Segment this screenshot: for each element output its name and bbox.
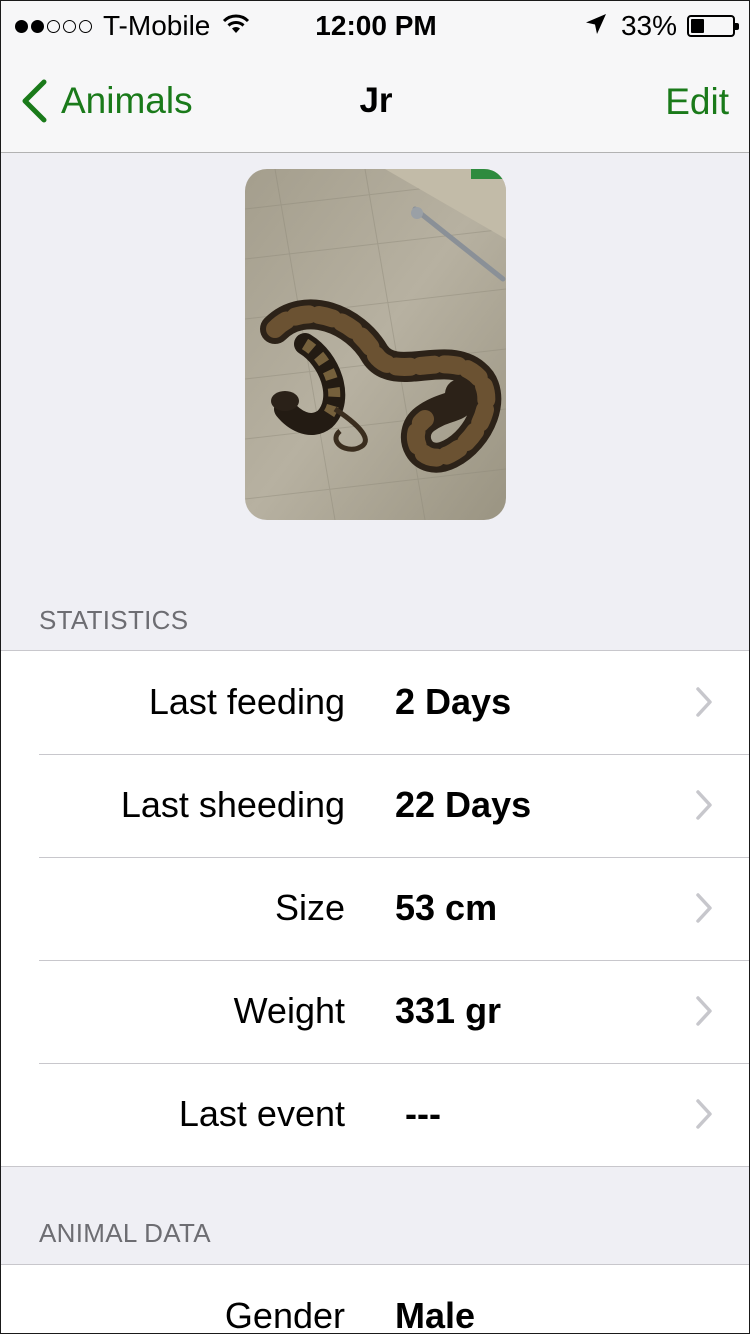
row-value: Male (395, 1295, 476, 1334)
row-label: Weight (233, 990, 345, 1031)
battery-percent: 33% (620, 10, 677, 41)
page-title: Jr (359, 81, 393, 120)
chevron-right-icon (696, 687, 712, 717)
data-row-gender[interactable]: Gender Male (1, 1265, 749, 1334)
row-label: Gender (224, 1295, 345, 1334)
battery-fill (691, 19, 704, 33)
stat-row-weight[interactable]: Weight 331 gr (1, 960, 749, 1063)
location-arrow-icon (585, 10, 607, 42)
edit-button[interactable]: Edit (665, 81, 729, 123)
animal-data-section-header: ANIMAL DATA (39, 1218, 211, 1248)
row-label: Last sheeding (120, 784, 345, 825)
chevron-right-icon (696, 996, 712, 1026)
statistics-section-header: STATISTICS (39, 605, 189, 635)
animal-data-table: Gender Male (1, 1264, 749, 1334)
row-label: Last feeding (148, 681, 345, 722)
row-value: 331 gr (395, 990, 502, 1031)
stat-row-last-feeding[interactable]: Last feeding 2 Days (1, 651, 749, 754)
row-value: 53 cm (395, 887, 498, 928)
animal-photo[interactable] (245, 169, 506, 520)
row-label: Last event (178, 1093, 345, 1134)
stat-row-last-sheeding[interactable]: Last sheeding 22 Days (1, 754, 749, 857)
status-right: 33% (585, 10, 739, 42)
screen: T-Mobile 12:00 PM 33% Animals Jr Edit ST… (0, 0, 750, 1334)
stat-row-last-event[interactable]: Last event --- (1, 1063, 749, 1166)
row-value: --- (395, 1093, 441, 1134)
battery-icon (687, 15, 739, 37)
row-value: 2 Days (395, 681, 512, 722)
stat-row-size[interactable]: Size 53 cm (1, 857, 749, 960)
status-bar: T-Mobile 12:00 PM 33% (1, 1, 749, 51)
chevron-right-icon (696, 893, 712, 923)
chevron-right-icon (696, 1099, 712, 1129)
chevron-right-icon (696, 790, 712, 820)
statistics-table: Last feeding 2 Days Last sheeding 22 Day… (1, 650, 749, 1167)
navigation-bar: Animals Jr Edit (1, 51, 749, 153)
row-value: 22 Days (395, 784, 532, 825)
row-label: Size (274, 887, 345, 928)
